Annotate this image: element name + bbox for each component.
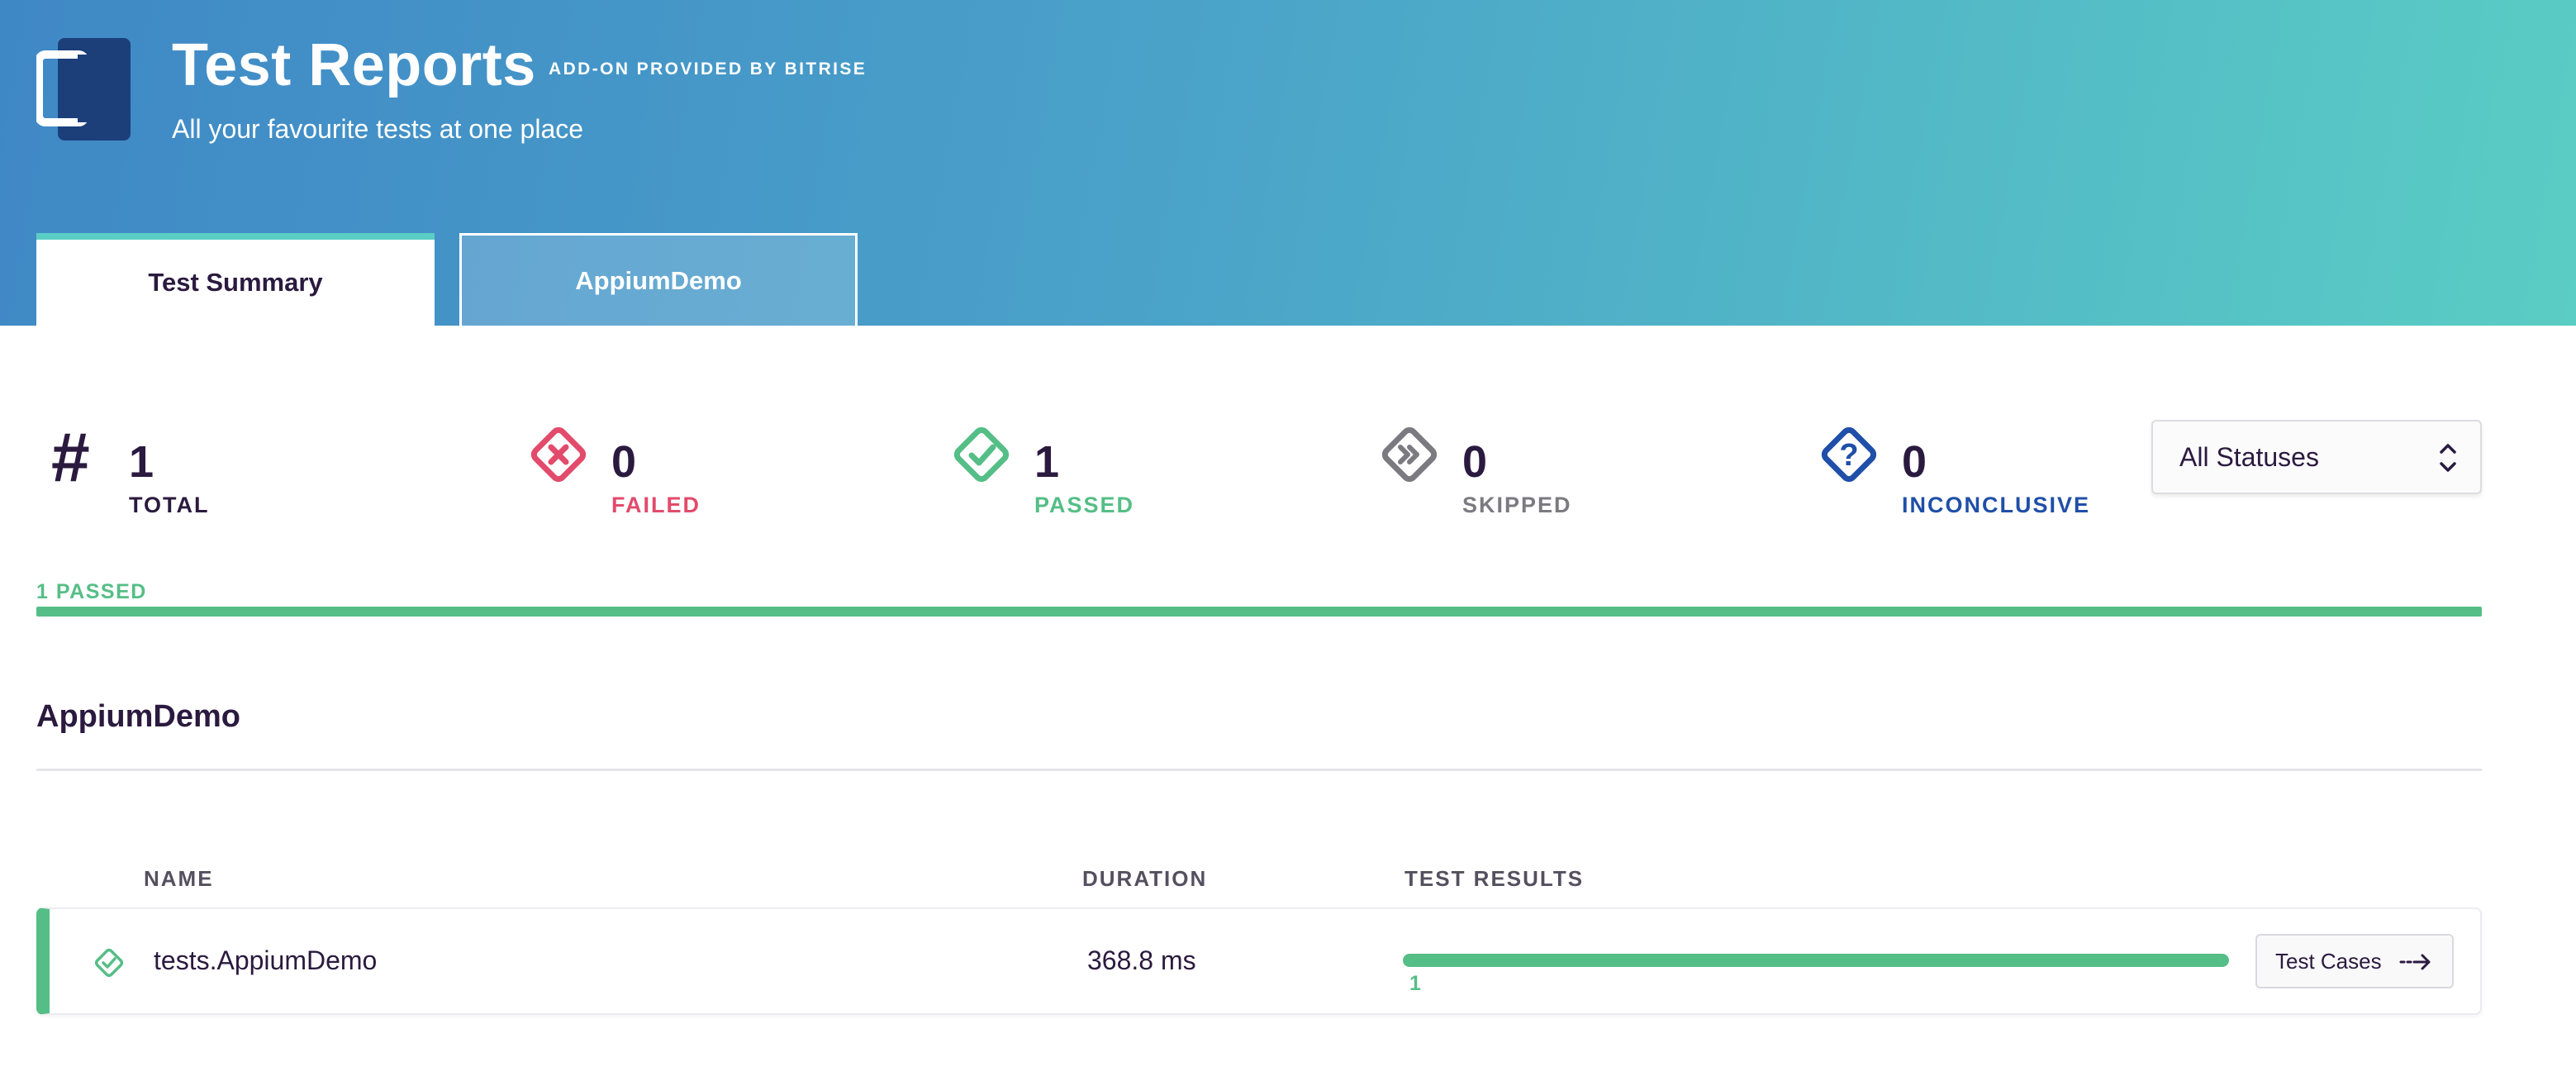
failed-x-icon [530,426,587,483]
tab-appiumdemo[interactable]: AppiumDemo [459,233,858,326]
page-subtitle: All your favourite tests at one place [172,114,584,144]
tab-test-summary[interactable]: Test Summary [36,233,435,326]
section-title: AppiumDemo [36,699,240,734]
overall-progress-fill [36,607,2482,617]
hash-icon: # [51,418,90,496]
table-row[interactable]: tests.AppiumDemo 368.8 ms 1 Test Cases [36,907,2482,1015]
test-results-bar-fill [1403,954,2229,967]
bitrise-test-reports-logo-icon [36,38,131,140]
section-divider [36,769,2482,771]
page-title: Test Reports [172,32,536,98]
test-cases-button-label: Test Cases [2275,948,2382,974]
chevron-up-down-icon [2440,444,2456,472]
status-filter-value: All Statuses [2179,441,2319,472]
passed-check-icon [953,426,1010,483]
stat-inconclusive-value: 0 [1902,437,1927,487]
stat-total-label: TOTAL [129,493,210,517]
test-suite-duration: 368.8 ms [1087,945,1196,975]
passed-summary-caption: 1 PASSED [36,580,147,603]
test-suite-name: tests.AppiumDemo [154,945,378,975]
test-results-passed-count: 1 [1409,972,1421,995]
passed-check-icon [94,948,124,978]
test-results-bar [1403,954,2229,967]
column-header-name: NAME [144,866,214,891]
addon-provider-label: ADD-ON PROVIDED BY BITRISE [549,60,867,79]
status-filter-select[interactable]: All Statuses [2151,420,2482,494]
test-cases-button[interactable]: Test Cases [2255,934,2454,988]
stat-skipped-value: 0 [1462,437,1488,487]
header-banner: Test Reports ADD-ON PROVIDED BY BITRISE … [0,0,2576,326]
overall-progress-bar [36,607,2482,617]
column-header-test-results: TEST RESULTS [1404,866,1585,891]
stat-passed-value: 1 [1034,437,1060,487]
stat-total-value: 1 [129,437,154,487]
stat-failed-value: 0 [611,437,637,487]
stat-skipped-label: SKIPPED [1462,493,1572,517]
svg-text:?: ? [1839,438,1858,473]
inconclusive-question-icon: ? [1821,426,1877,483]
stat-failed-label: FAILED [611,493,701,517]
stat-inconclusive-label: INCONCLUSIVE [1902,493,2091,517]
arrow-right-icon [2399,954,2431,970]
column-header-duration: DURATION [1082,866,1208,891]
stat-passed-label: PASSED [1034,493,1135,517]
skipped-arrows-icon [1381,426,1438,483]
